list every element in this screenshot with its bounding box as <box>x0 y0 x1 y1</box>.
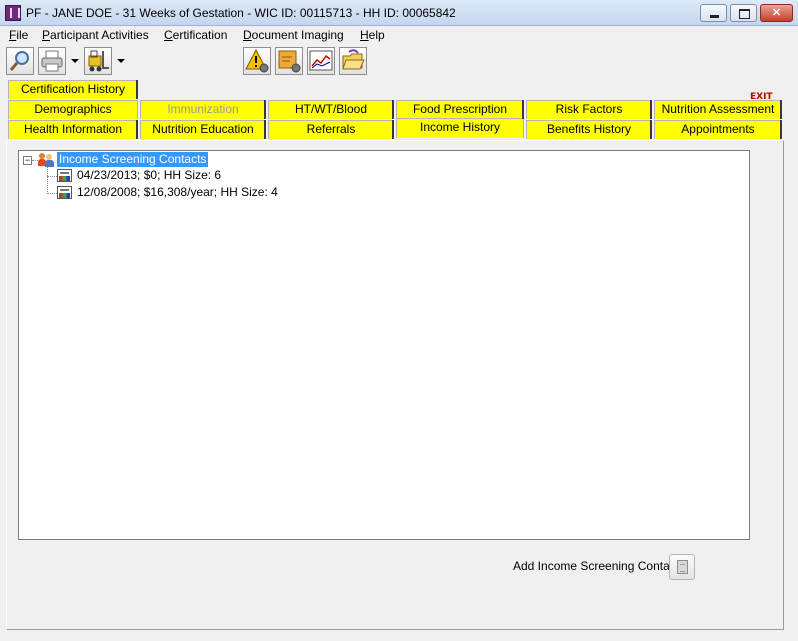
tab-divider <box>264 100 266 119</box>
tab-label: Nutrition Assessment <box>661 102 775 116</box>
tab-label: Income History <box>419 120 501 134</box>
document-icon <box>677 560 688 574</box>
tab-divider <box>392 120 394 139</box>
tab-label: Referrals <box>306 122 356 136</box>
tree-item-income-contact[interactable]: 12/08/2008; $16,308/year; HH Size: 4 <box>77 185 278 200</box>
forklift-dropdown-arrow[interactable] <box>114 47 126 75</box>
open-folder-button[interactable] <box>339 47 367 75</box>
tab-label: Health Information <box>23 122 123 136</box>
menu-file[interactable]: File <box>9 28 28 42</box>
notes-settings-button[interactable] <box>275 47 303 75</box>
tab-immunization[interactable]: Immunization <box>140 100 266 119</box>
add-income-screening-contact-button[interactable] <box>669 554 695 580</box>
window-title: PF - JANE DOE - 31 Weeks of Gestation - … <box>26 6 456 20</box>
tree-connector <box>47 167 48 194</box>
tab-nutrition-education[interactable]: Nutrition Education <box>140 120 266 139</box>
menu-document-imaging[interactable]: Document Imaging <box>243 28 344 42</box>
tab-divider <box>264 120 266 139</box>
tab-label: Nutrition Education <box>152 122 254 136</box>
maximize-icon <box>739 9 750 19</box>
tab-divider <box>392 100 394 119</box>
tree-connector <box>47 176 57 177</box>
menu-help[interactable]: Help <box>360 28 385 42</box>
title-bar: PF - JANE DOE - 31 Weeks of Gestation - … <box>0 0 798 26</box>
search-icon <box>9 51 29 71</box>
income-record-icon <box>57 186 72 199</box>
open-folder-icon <box>342 49 365 70</box>
maximize-button[interactable] <box>730 4 757 22</box>
tab-label: Benefits History <box>546 122 632 136</box>
tab-divider <box>136 120 138 139</box>
menu-certification[interactable]: Certification <box>164 28 227 42</box>
tab-benefits-history[interactable]: Benefits History <box>526 120 652 139</box>
menu-participant-activities[interactable]: Participant Activities <box>42 28 149 42</box>
close-button[interactable]: ✕ <box>760 4 793 22</box>
tab-certification-history[interactable]: Certification History <box>8 80 138 99</box>
tab-divider <box>780 120 782 139</box>
tree-root-income-screening-contacts[interactable]: Income Screening Contacts <box>57 152 209 167</box>
tab-divider <box>650 100 652 119</box>
notes-settings-icon <box>278 50 301 73</box>
minimize-icon <box>710 15 719 18</box>
tab-referrals[interactable]: Referrals <box>268 120 394 139</box>
income-record-icon <box>57 169 72 182</box>
tab-food-prescription[interactable]: Food Prescription <box>396 100 524 119</box>
income-tree-view[interactable]: − Income Screening Contacts 04/23/2013; … <box>18 150 750 540</box>
alert-settings-icon <box>245 48 269 73</box>
tab-label: Risk Factors <box>555 102 623 116</box>
tab-label: Food Prescription <box>412 102 508 116</box>
tab-demographics[interactable]: Demographics <box>8 100 138 119</box>
tab-label: Immunization <box>167 102 239 116</box>
growth-chart-button[interactable] <box>307 47 335 75</box>
tree-item-income-contact[interactable]: 04/23/2013; $0; HH Size: 6 <box>77 168 221 183</box>
app-icon[interactable] <box>5 5 21 21</box>
tab-divider <box>780 100 782 119</box>
tab-health-information[interactable]: Health Information <box>8 120 138 139</box>
search-button[interactable] <box>6 47 34 75</box>
menu-bar: File Participant Activities Certificatio… <box>0 26 798 44</box>
tab-nutrition-assessment[interactable]: Nutrition Assessment <box>654 100 782 119</box>
close-icon: ✕ <box>771 7 782 19</box>
tab-label: Certification History <box>20 82 126 96</box>
tree-connector <box>47 193 57 194</box>
printer-icon <box>41 50 63 72</box>
tab-appointments[interactable]: Appointments <box>654 120 782 139</box>
tab-label: Appointments <box>681 122 755 136</box>
tab-divider <box>136 80 138 99</box>
collapse-toggle[interactable]: − <box>23 156 32 165</box>
forklift-button[interactable] <box>84 47 112 75</box>
add-income-screening-contact-label: Add Income Screening Contact <box>513 559 680 573</box>
growth-chart-icon <box>309 50 333 71</box>
tab-ht-wt-blood[interactable]: HT/WT/Blood <box>268 100 394 119</box>
print-dropdown-arrow[interactable] <box>68 47 80 75</box>
tab-income-history[interactable]: Income History <box>396 118 524 138</box>
minimize-button[interactable] <box>700 4 727 22</box>
alert-settings-button[interactable] <box>243 47 271 75</box>
tab-label: HT/WT/Blood <box>294 102 367 116</box>
tab-divider <box>650 120 652 139</box>
tab-label: Demographics <box>34 102 112 116</box>
tab-strip: Certification History Demographics Immun… <box>0 80 798 142</box>
people-group-icon <box>38 152 54 167</box>
toolbar: EXIT <box>0 44 798 118</box>
tab-risk-factors[interactable]: Risk Factors <box>526 100 652 119</box>
tab-divider <box>522 100 524 119</box>
print-button[interactable] <box>38 47 66 75</box>
forklift-icon <box>88 50 109 72</box>
